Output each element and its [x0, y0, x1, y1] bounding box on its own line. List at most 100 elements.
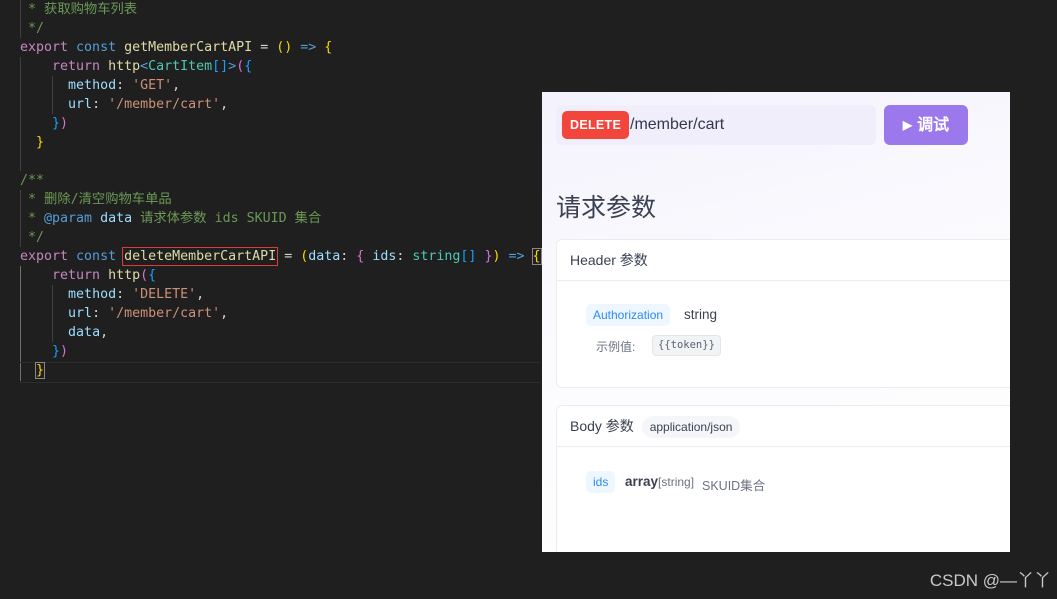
code-token: } [52, 344, 61, 359]
code-token: http [108, 59, 141, 74]
code-token: ) [60, 116, 69, 131]
code-token: method [68, 78, 117, 93]
code-token: '/member/cart' [108, 306, 221, 321]
code-token: return [52, 59, 109, 74]
code-token: , [100, 325, 109, 340]
code-token: , [220, 306, 229, 321]
code-token: const [76, 249, 125, 264]
code-token: string [412, 249, 461, 264]
code-line: } [20, 361, 46, 380]
code-token: 'DELETE' [132, 287, 197, 302]
code-token: method [68, 287, 117, 302]
code-token: () [276, 40, 293, 55]
content-type-badge: application/json [641, 416, 741, 438]
param-type: array[string] [625, 474, 694, 489]
endpoint-path: /member/cart [630, 116, 725, 133]
play-icon: ▶ [902, 118, 913, 132]
param-description: SKUID集合 [702, 479, 766, 493]
code-token: : [92, 97, 109, 112]
code-token: export [20, 40, 77, 55]
code-token: return [52, 268, 109, 283]
code-token: } [35, 362, 46, 379]
code-token: */ [20, 21, 45, 36]
code-token: CartItem [148, 59, 213, 74]
code-token: url [68, 306, 93, 321]
param-subtype: [string] [658, 475, 695, 489]
code-line: url: '/member/cart', [20, 95, 228, 114]
request-params-title: 请求参数 [556, 194, 657, 222]
url-bar: DELETE /member/cart [556, 105, 876, 145]
body-params-title: Body 参数 [570, 418, 634, 434]
code-line: return http<CartItem[]>({ [20, 57, 252, 76]
code-line: return http({ [20, 266, 156, 285]
code-line: }) [20, 114, 68, 133]
code-token: * 获取购物车列表 [20, 2, 138, 17]
code-line: export const getMemberCartAPI = () => { [20, 38, 332, 57]
api-doc-panel: DELETE /member/cart ▶ 调试 请求参数 Header 参数 A… [542, 92, 1010, 552]
code-token: { [148, 268, 157, 283]
code-token: * 删除/清空购物车单品 [20, 192, 172, 207]
current-line-highlight [20, 362, 540, 383]
code-token: const [76, 40, 125, 55]
code-line: }) [20, 342, 68, 361]
code-line: */ [20, 228, 44, 247]
code-token: 请求体参数 ids SKUID 集合 [132, 211, 322, 226]
code-line: */ [20, 19, 44, 38]
code-token: */ [20, 230, 45, 245]
code-token: : [396, 249, 413, 264]
code-token: export [20, 249, 77, 264]
code-token: => [508, 249, 525, 264]
code-token: url [68, 97, 93, 112]
code-token: : [340, 249, 357, 264]
code-token: '/member/cart' [108, 97, 221, 112]
code-token: data [68, 325, 101, 340]
code-token: 'GET' [132, 78, 173, 93]
highlighted-identifier: deleteMemberCartAPI [122, 247, 279, 266]
code-token: ids [372, 249, 397, 264]
code-token: < [140, 59, 149, 74]
code-line: method: 'DELETE', [20, 285, 204, 304]
code-token: @param [44, 211, 101, 226]
code-token: http [108, 268, 141, 283]
method-badge: DELETE [562, 111, 630, 139]
body-params-header: Body 参数 application/json [557, 406, 1010, 447]
code-token: ( [140, 268, 149, 283]
header-params-card: Header 参数 Authorization string 示例值: {{to… [556, 239, 1010, 388]
code-token: , [196, 287, 205, 302]
code-token: => [300, 40, 317, 55]
code-token: * [20, 211, 45, 226]
code-line: url: '/member/cart', [20, 304, 228, 323]
code-line: * 获取购物车列表 [20, 0, 137, 19]
code-token: data [100, 211, 133, 226]
code-line: /** [20, 171, 44, 190]
example-value: {{token}} [652, 335, 721, 356]
code-line: * @param data 请求体参数 ids SKUID 集合 [20, 209, 321, 228]
param-name-ids: ids [586, 471, 616, 493]
code-token: : [116, 287, 133, 302]
header-params-title: Header 参数 [557, 240, 1010, 281]
code-token: } [52, 116, 61, 131]
code-token: getMemberCartAPI [124, 40, 253, 55]
code-line: method: 'GET', [20, 76, 180, 95]
code-line: data, [20, 323, 108, 342]
code-token: = [252, 40, 277, 55]
param-type-main: array [625, 474, 659, 489]
param-type: string [684, 307, 718, 322]
code-token: > [228, 59, 237, 74]
body-params-card: Body 参数 application/json ids array[strin… [556, 405, 1010, 552]
debug-button-label: 调试 [917, 117, 950, 134]
code-line: export const deleteMemberCartAPI = (data… [20, 247, 542, 266]
code-token: { [244, 59, 253, 74]
debug-button[interactable]: ▶ 调试 [884, 105, 968, 145]
code-token: /** [20, 173, 45, 188]
code-token: = [276, 249, 301, 264]
